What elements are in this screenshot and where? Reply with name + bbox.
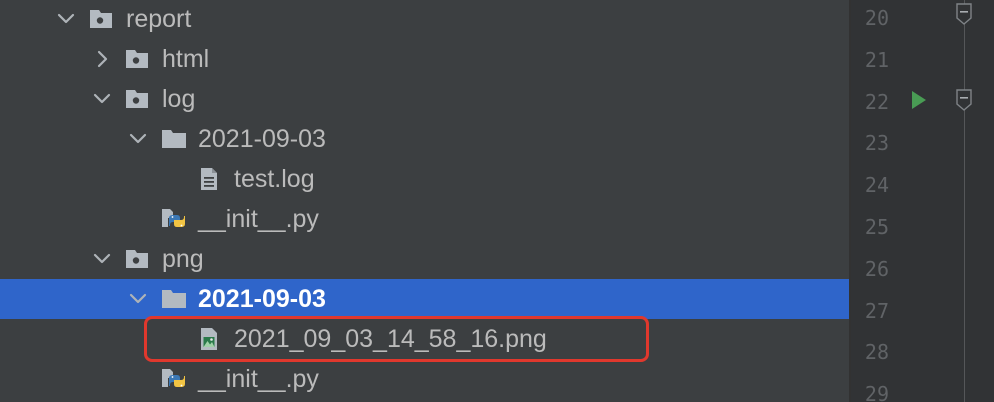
- chevron-down-icon[interactable]: [126, 287, 150, 311]
- tree-item-label: report: [126, 5, 192, 33]
- tree-row[interactable]: log: [0, 79, 849, 119]
- line-number: 22: [864, 89, 889, 114]
- ide-window: report html log 2021-09-03 test.log __init__.…: [0, 0, 994, 402]
- tree-item-label: png: [162, 245, 204, 273]
- chevron-down-icon[interactable]: [90, 247, 114, 271]
- chevron-down-icon[interactable]: [54, 7, 78, 31]
- tree-item-label: __init__.py: [198, 365, 319, 393]
- tree-item-label: __init__.py: [198, 205, 319, 233]
- chevron-down-icon[interactable]: [126, 127, 150, 151]
- tree-item-label: html: [162, 45, 210, 73]
- line-number: 24: [864, 173, 889, 198]
- fold-marker-icon[interactable]: [955, 2, 973, 26]
- fold-marker-icon[interactable]: [955, 88, 973, 112]
- tree-row[interactable]: 2021-09-03: [0, 119, 849, 159]
- tree-row[interactable]: html: [0, 39, 849, 79]
- tree-item-label: 2021-09-03: [198, 125, 326, 153]
- folder-icon: [160, 287, 188, 311]
- python-file-icon: [160, 207, 188, 231]
- package-folder-icon: [124, 47, 152, 71]
- chevron-down-icon[interactable]: [90, 87, 114, 111]
- tree-row[interactable]: report: [0, 0, 849, 39]
- line-number: 26: [864, 256, 889, 281]
- annotation-highlight-box: [144, 316, 649, 362]
- editor-gutter: 20 21 22 23 24 25 26 27 28 29: [851, 0, 994, 402]
- line-number: 28: [864, 340, 889, 365]
- tree-item-label: log: [162, 85, 196, 113]
- tree-row[interactable]: __init__.py: [0, 359, 849, 399]
- line-number: 25: [864, 215, 889, 239]
- line-number: 23: [864, 131, 889, 156]
- line-number: 20: [864, 6, 889, 30]
- fold-guide-line: [964, 0, 965, 402]
- folder-icon: [160, 127, 188, 151]
- package-folder-icon: [124, 87, 152, 111]
- line-number: 27: [864, 298, 889, 323]
- chevron-right-icon[interactable]: [90, 47, 114, 71]
- python-file-icon: [160, 367, 188, 391]
- package-folder-icon: [124, 247, 152, 271]
- package-folder-icon: [88, 7, 116, 31]
- tree-row[interactable]: __init__.py: [0, 199, 849, 239]
- text-file-icon: [196, 167, 224, 191]
- run-icon[interactable]: [910, 90, 928, 110]
- tree-row[interactable]: test.log: [0, 159, 849, 199]
- tree-item-label: 2021-09-03: [198, 285, 326, 313]
- line-number: 29: [864, 382, 889, 402]
- line-number: 21: [864, 47, 889, 72]
- tree-row[interactable]: 2021-09-03: [0, 279, 849, 319]
- tree-row[interactable]: png: [0, 239, 849, 279]
- tree-item-label: test.log: [234, 165, 315, 193]
